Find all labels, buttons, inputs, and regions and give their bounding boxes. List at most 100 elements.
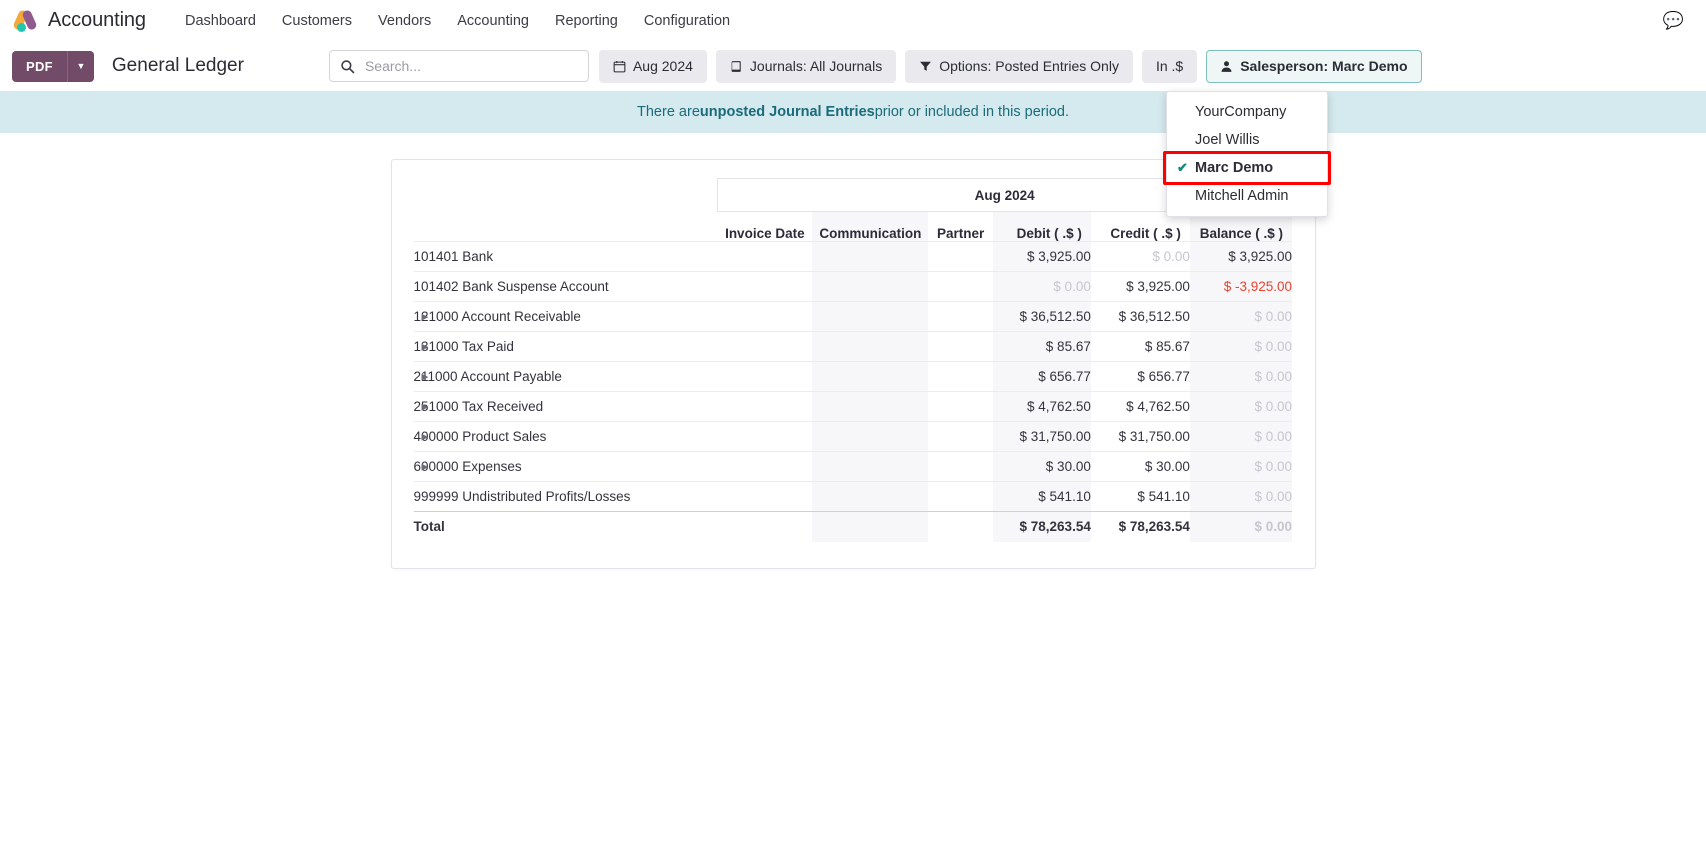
expand-caret-icon[interactable]: ▶: [422, 461, 429, 472]
invoice-date-cell: [717, 332, 812, 362]
nav-item-reporting[interactable]: Reporting: [542, 5, 631, 37]
credit-cell: $ 36,512.50: [1118, 309, 1190, 324]
expand-caret-icon[interactable]: ▶: [422, 431, 429, 442]
balance-cell: $ 0.00: [1189, 481, 1292, 512]
account-name-label: 999999 Undistributed Profits/Losses: [413, 489, 631, 504]
debit-cell: $ 656.77: [992, 361, 1091, 392]
main-menu: Dashboard Customers Vendors Accounting R…: [172, 5, 743, 37]
account-name-cell[interactable]: 101401 Bank: [414, 242, 718, 272]
communication-cell: [812, 451, 929, 482]
nav-item-customers[interactable]: Customers: [269, 5, 365, 37]
total-row: Total $ 78,263.54 $ 78,263.54 $ 0.00: [413, 511, 1292, 542]
communication-cell: [812, 361, 929, 392]
table-row[interactable]: 999999 Undistributed Profits/Losses $ 541…: [413, 481, 1292, 512]
table-row[interactable]: ▶ 121000 Account Receivable $ 36,512.50 $ 3…: [413, 301, 1292, 332]
table-row[interactable]: ▶ 131000 Tax Paid $ 85.67 $ 85.67 $ 0.00: [413, 331, 1292, 362]
column-header-communication: Communication: [812, 211, 929, 242]
alert-text-suffix: prior or included in this period.: [874, 104, 1069, 120]
calendar-icon: [613, 60, 626, 73]
account-name-cell[interactable]: ▶ 600000 Expenses: [414, 452, 718, 482]
alert-text-bold: unposted Journal Entries: [699, 104, 875, 120]
filter-options-label: Options: Posted Entries Only: [939, 58, 1119, 74]
dropdown-item-label: Marc Demo: [1195, 160, 1274, 176]
invoice-date-cell: [717, 272, 812, 302]
expand-caret-icon[interactable]: ▶: [422, 311, 429, 322]
filter-options-button[interactable]: Options: Posted Entries Only: [905, 49, 1133, 83]
account-name-cell[interactable]: ▶ 131000 Tax Paid: [414, 332, 718, 362]
odoo-logo-icon: [12, 8, 40, 34]
top-navbar: Accounting Dashboard Customers Vendors A…: [0, 0, 1706, 41]
chat-icon[interactable]: 💬: [1663, 12, 1684, 29]
table-row[interactable]: ▶ 400000 Product Sales $ 31,750.00 $ 31,750…: [413, 421, 1292, 452]
pdf-export-group: PDF ▼: [12, 50, 94, 82]
total-communication-cell: [812, 511, 929, 542]
account-name-label: 101402 Bank Suspense Account: [413, 279, 609, 294]
communication-cell: [812, 331, 929, 362]
filter-journals-label: Journals: All Journals: [749, 58, 883, 74]
dropdown-item-joel-willis[interactable]: Joel Willis: [1167, 126, 1327, 154]
partner-cell: [928, 392, 993, 422]
expand-caret-icon[interactable]: ▶: [422, 401, 429, 412]
invoice-date-cell: [717, 422, 812, 452]
nav-item-dashboard[interactable]: Dashboard: [172, 5, 269, 37]
debit-cell: $ 541.10: [992, 481, 1091, 512]
filter-salesperson-label: Salesperson: Marc Demo: [1240, 58, 1408, 74]
credit-cell: $ 30.00: [1144, 459, 1190, 474]
filter-period-label: Aug 2024: [632, 58, 693, 74]
funnel-icon: [919, 60, 932, 73]
table-row[interactable]: ▶ 211000 Account Payable $ 656.77 $ 656.77 $…: [413, 361, 1292, 392]
balance-cell: $ 0.00: [1189, 421, 1292, 452]
expand-caret-icon[interactable]: ▶: [422, 371, 429, 382]
account-name-label: 211000 Account Payable: [413, 369, 562, 384]
salesperson-dropdown-menu: YourCompany Joel Willis ✔ Marc Demo Mitc…: [1163, 91, 1331, 217]
total-debit-cell: $ 78,263.54: [992, 511, 1091, 542]
total-invoice-date-cell: [717, 511, 813, 542]
account-name-label: 101401 Bank: [413, 249, 494, 264]
invoice-date-cell: [717, 242, 812, 272]
filter-currency-button[interactable]: In .$: [1141, 49, 1198, 83]
credit-cell: $ 4,762.50: [1126, 399, 1190, 414]
filter-salesperson-button[interactable]: Salesperson: Marc Demo: [1206, 49, 1422, 83]
search-input[interactable]: [362, 57, 578, 75]
pdf-button[interactable]: PDF: [12, 50, 67, 82]
dropdown-item-marc-demo[interactable]: ✔ Marc Demo: [1167, 154, 1327, 182]
search-box[interactable]: [328, 50, 589, 82]
credit-cell: $ 656.77: [1137, 369, 1190, 384]
nav-item-accounting[interactable]: Accounting: [444, 5, 542, 37]
table-row[interactable]: 101401 Bank $ 3,925.00 $ 0.00 $ 3,925.00: [413, 241, 1292, 272]
balance-cell: $ 0.00: [1189, 451, 1292, 482]
invoice-date-cell: [717, 452, 812, 482]
partner-cell: [928, 452, 993, 482]
filter-journals-button[interactable]: Journals: All Journals: [715, 49, 897, 83]
account-name-cell[interactable]: 101402 Bank Suspense Account: [414, 272, 718, 302]
column-header-account: [414, 212, 718, 242]
balance-cell: $ 0.00: [1189, 301, 1292, 332]
account-name-cell[interactable]: ▶ 251000 Tax Received: [414, 392, 718, 422]
partner-cell: [928, 362, 993, 392]
table-row[interactable]: ▶ 251000 Tax Received $ 4,762.50 $ 4,762.50…: [413, 391, 1292, 422]
nav-item-configuration[interactable]: Configuration: [631, 5, 743, 37]
debit-cell: $ 31,750.00: [992, 421, 1091, 452]
check-icon: ✔: [1177, 160, 1188, 175]
filter-currency-label: In .$: [1155, 58, 1184, 74]
table-row[interactable]: ▶ 600000 Expenses $ 30.00 $ 30.00 $ 0.00: [413, 451, 1292, 482]
expand-caret-icon[interactable]: ▶: [422, 341, 429, 352]
account-name-cell[interactable]: ▶ 400000 Product Sales: [414, 422, 718, 452]
account-name-label: 121000 Account Receivable: [413, 309, 581, 324]
credit-cell: $ 3,925.00: [1126, 279, 1190, 294]
dropdown-item-yourcompany[interactable]: YourCompany: [1167, 98, 1327, 126]
account-name-label: 251000 Tax Received: [413, 399, 544, 414]
account-name-cell[interactable]: ▶ 121000 Account Receivable: [414, 302, 718, 332]
general-ledger-card: Aug 2024 Invoice Date Communication Part…: [390, 159, 1316, 569]
account-name-cell[interactable]: 999999 Undistributed Profits/Losses: [414, 482, 718, 512]
account-name-cell[interactable]: ▶ 211000 Account Payable: [414, 362, 718, 392]
app-name: Accounting: [48, 9, 146, 31]
column-header-row: Invoice Date Communication Partner Debit…: [414, 211, 1292, 242]
filter-period-button[interactable]: Aug 2024: [598, 49, 707, 83]
dropdown-item-mitchell-admin[interactable]: Mitchell Admin: [1167, 182, 1327, 210]
debit-cell: $ 85.67: [992, 331, 1091, 362]
pdf-dropdown-caret-icon[interactable]: ▼: [66, 50, 94, 82]
nav-item-vendors[interactable]: Vendors: [365, 5, 444, 37]
book-icon: [730, 60, 743, 73]
table-row[interactable]: 101402 Bank Suspense Account $ 0.00 $ 3,92…: [413, 271, 1292, 302]
